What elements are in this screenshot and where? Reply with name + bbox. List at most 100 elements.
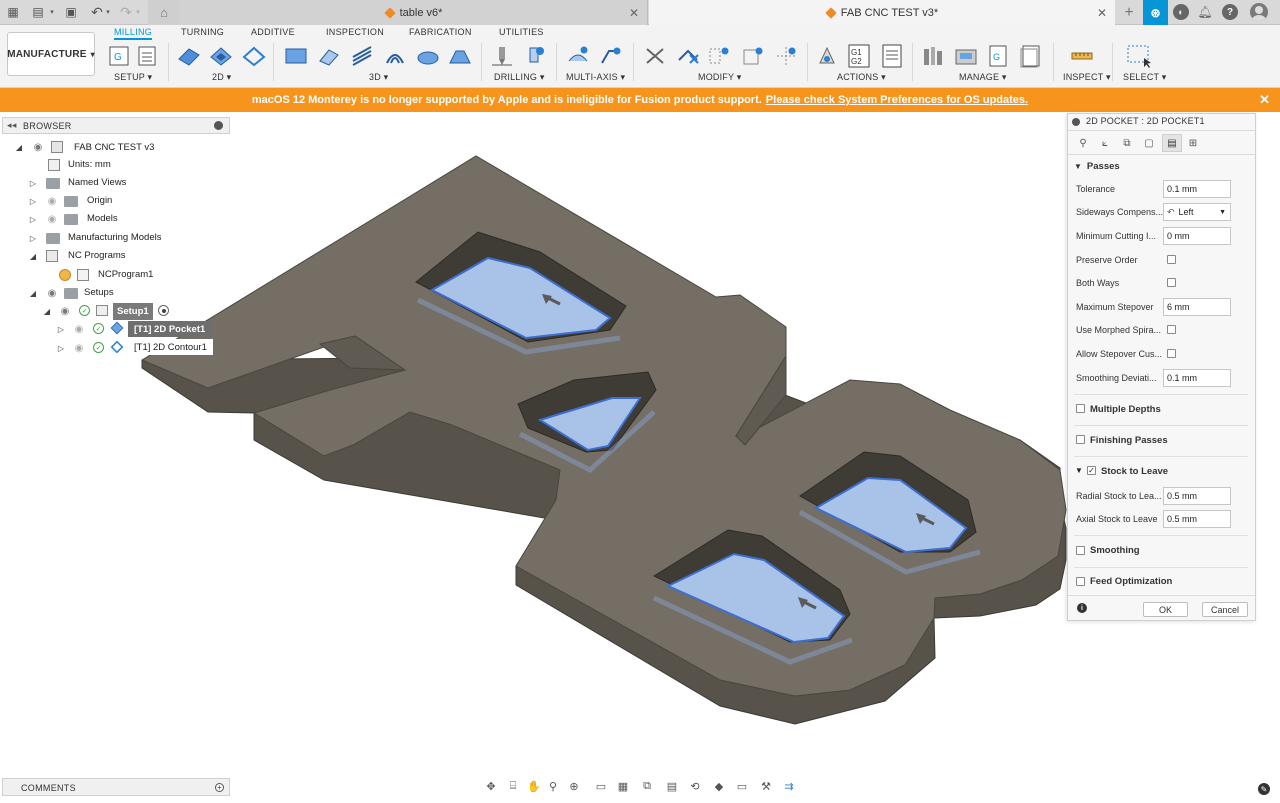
tree-item-setup1[interactable]: Setup1 (113, 303, 153, 320)
home-icon[interactable]: ⌂ (148, 0, 180, 25)
3d-steep-shallow-icon[interactable] (447, 44, 473, 68)
3d-contour-icon[interactable] (382, 44, 408, 68)
tab-turning[interactable]: TURNING (181, 27, 224, 37)
maximum-stepover-input[interactable]: 6 mm (1163, 298, 1231, 316)
both-ways-checkbox[interactable] (1167, 278, 1176, 287)
select-window-icon[interactable] (1126, 44, 1152, 68)
expand-icon[interactable]: ▷ (56, 343, 66, 353)
tab-utilities[interactable]: UTILITIES (499, 27, 544, 37)
3d-parallel-icon[interactable] (349, 44, 375, 68)
info-icon[interactable]: i (1077, 603, 1087, 613)
2d-contour-icon[interactable] (241, 44, 267, 68)
feedback-icon[interactable]: ✎ (1258, 783, 1270, 795)
tree-item-named-views[interactable]: Named Views (68, 174, 126, 191)
reorder-icon[interactable] (706, 44, 732, 68)
tool-display-icon[interactable]: ⚒ (757, 778, 775, 794)
stock-display-icon[interactable]: ◆ (710, 778, 728, 794)
group-manage[interactable]: MANAGE ▾ (959, 72, 1007, 83)
tree-item-nc-programs[interactable]: NC Programs (68, 247, 126, 264)
radial-stock-input[interactable]: 0.5 mm (1163, 487, 1231, 505)
add-comment-icon[interactable]: + (215, 783, 224, 792)
eye-icon[interactable]: ◉ (72, 343, 86, 354)
section-multiple-depths[interactable]: Multiple Depths (1090, 401, 1161, 417)
sideways-compensation-select[interactable]: ↶ Left ▼ (1163, 203, 1231, 221)
2d-adaptive-icon[interactable] (176, 44, 202, 68)
eye-icon[interactable]: ◉ (72, 324, 86, 335)
collapse-icon[interactable]: ◂◂ (7, 120, 17, 131)
close-icon[interactable]: ✕ (629, 6, 639, 20)
tree-item-2d-contour1[interactable]: [T1] 2D Contour1 (128, 339, 213, 355)
trim-toolpath-icon[interactable] (642, 44, 668, 68)
tab-table-v6[interactable]: table v6* ✕ (180, 0, 648, 25)
simulation-display-icon[interactable]: ⇉ (780, 778, 798, 794)
tree-item-manufacturing-models[interactable]: Manufacturing Models (68, 229, 161, 246)
section-passes[interactable]: ▼ Passes (1074, 158, 1120, 174)
look-at-icon[interactable]: ⌸ (504, 778, 522, 794)
3d-adaptive-icon[interactable] (283, 44, 309, 68)
measure-icon[interactable] (1069, 44, 1095, 68)
delete-toolpath-icon[interactable] (675, 44, 701, 68)
post-process-icon[interactable]: G1 G2 (846, 44, 872, 68)
collapse-tree-icon[interactable]: ◢ (42, 306, 52, 316)
close-icon[interactable]: ✕ (1259, 92, 1270, 108)
group-actions[interactable]: ACTIONS ▾ (837, 72, 886, 83)
tolerance-input[interactable]: 0.1 mm (1163, 180, 1231, 198)
grid-settings-icon[interactable]: ▦ (614, 778, 632, 794)
tree-item-ncprogram1[interactable]: NCProgram1 (98, 266, 153, 283)
plus-icon[interactable]: + (1119, 3, 1139, 22)
new-setup-icon[interactable]: G (106, 44, 132, 68)
preserve-order-checkbox[interactable] (1167, 255, 1176, 264)
chevron-down-icon[interactable]: ▾ (130, 4, 146, 20)
extensions-icon[interactable]: ⊛ (1143, 0, 1168, 25)
tree-item-setups[interactable]: Setups (84, 284, 114, 301)
dialog-collapse-icon[interactable] (1072, 118, 1080, 126)
group-select[interactable]: SELECT ▾ (1123, 72, 1166, 83)
setup-sheet-icon[interactable] (134, 44, 160, 68)
tree-item-root[interactable]: FAB CNC TEST v3 (74, 139, 154, 156)
section-smoothing[interactable]: Smoothing (1090, 542, 1140, 558)
toolpath-display-icon[interactable]: ▭ (733, 778, 751, 794)
zoom-icon[interactable]: ⚲ (544, 778, 562, 794)
tab-milling[interactable]: MILLING (114, 27, 153, 40)
chevron-down-icon[interactable]: ▾ (44, 4, 60, 20)
group-setup[interactable]: SETUP ▾ (114, 72, 152, 83)
tab-inspection[interactable]: INSPECTION (326, 27, 384, 37)
pan-icon[interactable]: ✋ (525, 778, 543, 794)
tool-library-icon[interactable] (920, 44, 946, 68)
display-settings-icon[interactable]: ▭ (592, 778, 610, 794)
tab-additive[interactable]: ADDITIVE (251, 27, 295, 37)
collapse-tree-icon[interactable]: ◢ (28, 288, 38, 298)
feed-optimization-checkbox[interactable] (1076, 577, 1085, 586)
section-feed-optimization[interactable]: Feed Optimization (1090, 573, 1172, 589)
3d-scallop-icon[interactable] (415, 44, 441, 68)
section-analysis-icon[interactable]: ▤ (663, 778, 681, 794)
eye-icon[interactable]: ◉ (45, 196, 59, 207)
thread-icon[interactable] (521, 44, 547, 68)
tree-item-models[interactable]: Models (87, 210, 118, 227)
expand-icon[interactable]: ◢ (14, 142, 24, 152)
tab-geometry-icon[interactable]: ⟀ (1096, 135, 1114, 151)
allow-stepover-checkbox[interactable] (1167, 349, 1176, 358)
section-finishing-passes[interactable]: Finishing Passes (1090, 432, 1168, 448)
tab-heights-icon[interactable]: ⧉ (1118, 135, 1136, 151)
avatar[interactable] (1250, 3, 1268, 21)
finishing-passes-checkbox[interactable] (1076, 435, 1085, 444)
tab-post-icon[interactable]: ⊞ (1184, 135, 1202, 151)
minimum-cutting-input[interactable]: 0 mm (1163, 227, 1231, 245)
drill-icon[interactable] (489, 44, 515, 68)
orbit-icon[interactable]: ✥ (482, 778, 500, 794)
smoothing-checkbox[interactable] (1076, 546, 1085, 555)
expand-icon[interactable]: ▷ (28, 196, 38, 206)
expand-icon[interactable]: ▷ (56, 324, 66, 334)
job-status-icon[interactable]: ◐ (1173, 4, 1189, 20)
expand-icon[interactable]: ▷ (28, 214, 38, 224)
edit-notes-icon[interactable] (740, 44, 766, 68)
smoothing-deviation-input[interactable]: 0.1 mm (1163, 369, 1231, 387)
active-setup-icon[interactable] (158, 305, 169, 316)
3d-pocket-icon[interactable] (316, 44, 342, 68)
section-stock-to-leave[interactable]: Stock to Leave (1101, 463, 1168, 479)
tree-item-origin[interactable]: Origin (87, 192, 112, 209)
pattern-icon[interactable] (773, 44, 799, 68)
tab-tool-icon[interactable]: ⚲ (1074, 135, 1092, 151)
tree-item-units[interactable]: Units: mm (68, 156, 111, 173)
